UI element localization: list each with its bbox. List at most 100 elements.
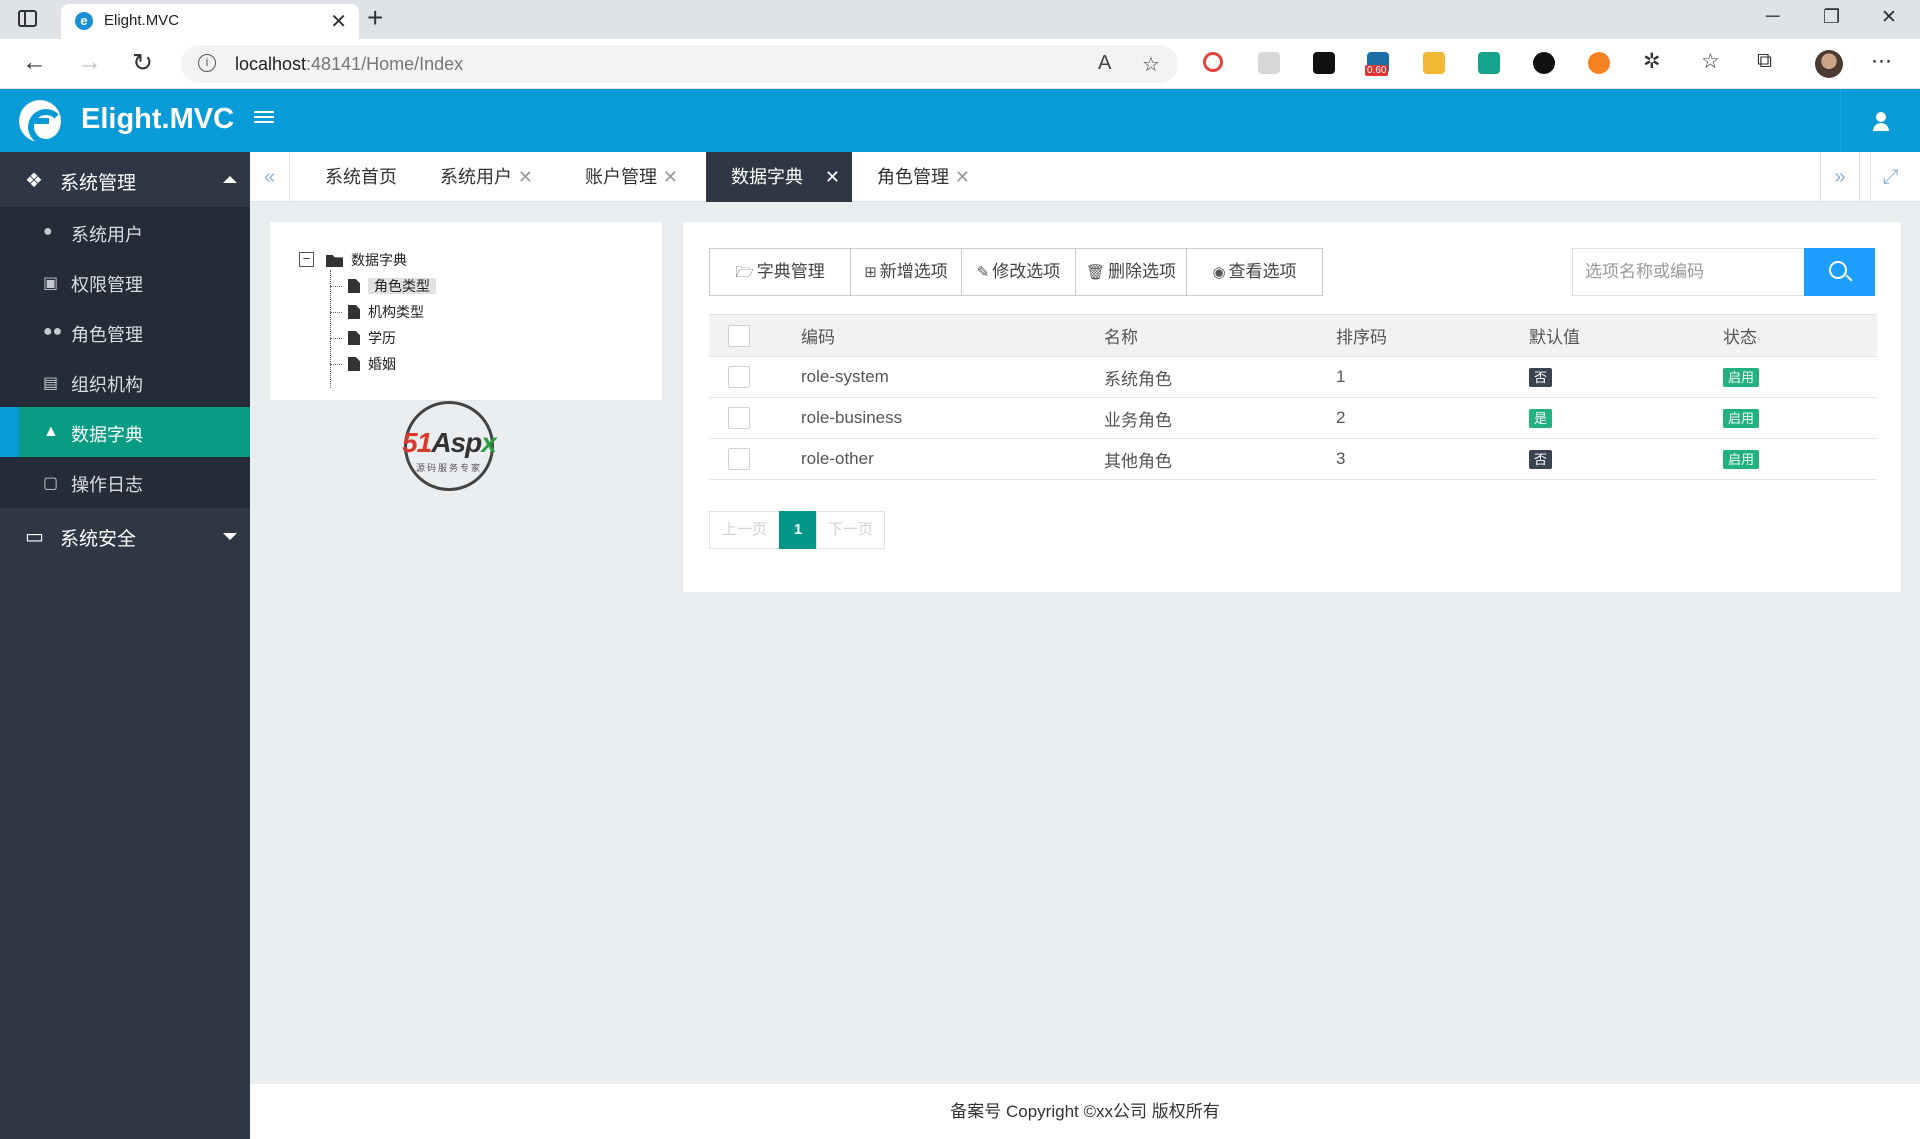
sidebar-item-operation-log[interactable]: ▢ 操作日志	[0, 457, 250, 507]
forward-icon[interactable]: →	[77, 48, 102, 77]
logo-icon	[19, 100, 64, 145]
extension-icon[interactable]	[1423, 52, 1445, 74]
sidebar-group-system-security[interactable]: ▭ 系统安全	[0, 508, 250, 563]
minimize-icon[interactable]: ─	[1766, 6, 1779, 28]
tab-account-management[interactable]: 账户管理 ✕	[560, 152, 690, 202]
table-row[interactable]: role-business 业务角色 2 是 启用	[709, 397, 1877, 439]
column-header[interactable]: 名称	[1104, 314, 1336, 357]
default-badge: 否	[1529, 450, 1553, 469]
edit-item-button[interactable]: ✎ 修改选项	[961, 248, 1076, 296]
restore-icon[interactable]: ❐	[1823, 6, 1840, 29]
tab-close-icon[interactable]: ✕	[663, 152, 678, 202]
tab-role-management[interactable]: 角色管理 ✕	[852, 152, 982, 202]
users-icon: ●●	[43, 323, 63, 340]
add-item-button[interactable]: ⊞ 新增选项	[850, 248, 962, 296]
tab-home[interactable]: 系统首页	[300, 152, 420, 202]
tree-connector	[330, 270, 331, 388]
search-button[interactable]	[1804, 248, 1875, 296]
plus-square-icon: ⊞	[864, 264, 877, 281]
status-badge: 启用	[1723, 450, 1760, 469]
page-tabs: « 系统首页 系统用户 ✕ 账户管理 ✕ 数据字典 ✕ 角色管理 ✕ » ⤢	[250, 152, 1920, 202]
browser-tab-strip: e Elight.MVC ✕ + ─ ❐ ✕	[0, 0, 1920, 39]
tree-node-role-type[interactable]: 角色类型	[348, 275, 436, 297]
sidebar-item-label: 权限管理	[71, 275, 143, 295]
next-page-button[interactable]: 下一页	[816, 511, 885, 549]
user-icon: ●	[43, 223, 53, 240]
tab-close-icon[interactable]: ✕	[825, 152, 840, 202]
extension-icon[interactable]	[1258, 52, 1280, 74]
tab-actions-icon[interactable]	[18, 10, 37, 27]
refresh-icon[interactable]: ↻	[132, 48, 153, 78]
sidebar-item-label: 操作日志	[71, 475, 143, 495]
extension-icon[interactable]	[1588, 52, 1610, 74]
tabs-scroll-left-icon[interactable]: «	[250, 152, 290, 202]
edit-icon: ✎	[976, 264, 990, 281]
menu-toggle-icon[interactable]	[254, 111, 274, 127]
fullscreen-icon[interactable]: ⤢	[1870, 152, 1910, 202]
record-extension-icon[interactable]	[1203, 52, 1223, 72]
add-favorite-icon[interactable]: ☆	[1142, 52, 1160, 77]
tab-close-icon[interactable]: ✕	[955, 152, 970, 202]
site-info-icon[interactable]: i	[198, 54, 216, 72]
new-tab-icon[interactable]: +	[367, 2, 383, 34]
tab-data-dictionary[interactable]: 数据字典 ✕	[706, 152, 852, 202]
extension-icon[interactable]: 0.60	[1365, 52, 1389, 76]
row-checkbox[interactable]	[728, 448, 750, 470]
tree-node-education[interactable]: 学历	[348, 327, 396, 349]
dictionary-manage-button[interactable]: 🗁 字典管理	[709, 248, 851, 296]
status-badge: 启用	[1723, 368, 1760, 387]
sidebar-item-roles[interactable]: ●● 角色管理	[0, 307, 250, 357]
collections-icon[interactable]: ⧉	[1757, 49, 1772, 73]
file-icon	[348, 305, 360, 319]
sidebar-item-data-dictionary[interactable]: ▲ 数据字典	[0, 407, 250, 457]
default-badge: 否	[1529, 368, 1553, 387]
watermark-logo: 51Aspx 源码服务专家	[386, 401, 512, 497]
table-row[interactable]: role-other 其他角色 3 否 启用	[709, 438, 1877, 480]
column-header[interactable]: 编码	[801, 314, 1104, 357]
prev-page-button[interactable]: 上一页	[709, 511, 780, 549]
read-aloud-icon[interactable]: A	[1098, 52, 1111, 75]
dictionary-tree-panel: − 数据字典 角色类型 机构类型 学历 婚姻	[269, 221, 663, 401]
row-checkbox[interactable]	[728, 407, 750, 429]
tab-label: 角色管理	[877, 167, 949, 187]
dictionary-items-panel: 🗁字典管理 ⊞新增选项 ✎修改选项 🗑删除选项 ◉查看选项 编码 名称 排序码 …	[682, 221, 1902, 593]
table-row[interactable]: role-system 系统角色 1 否 启用	[709, 356, 1877, 398]
extensions-puzzle-icon[interactable]: ✲	[1643, 49, 1661, 74]
more-menu-icon[interactable]: ⋯	[1871, 49, 1892, 74]
extension-icon[interactable]	[1313, 52, 1335, 74]
tab-system-users[interactable]: 系统用户 ✕	[415, 152, 545, 202]
sidebar-item-permissions[interactable]: ▣ 权限管理	[0, 257, 250, 307]
tree-collapse-icon[interactable]: −	[299, 252, 314, 267]
close-tab-icon[interactable]: ✕	[330, 9, 347, 34]
column-header[interactable]: 排序码	[1336, 314, 1529, 357]
sidebar-group-label: 系统管理	[60, 173, 137, 194]
sidebar-item-organization[interactable]: ▤ 组织机构	[0, 357, 250, 407]
back-icon[interactable]: ←	[22, 48, 47, 77]
browser-tab[interactable]: e Elight.MVC ✕	[61, 4, 359, 39]
tree-node-marriage[interactable]: 婚姻	[348, 353, 396, 375]
profile-avatar[interactable]	[1815, 50, 1843, 78]
tree-node-org-type[interactable]: 机构类型	[348, 301, 424, 323]
sidebar-group-system-management[interactable]: ❖ 系统管理	[0, 152, 250, 207]
tabs-scroll-right-icon[interactable]: »	[1820, 152, 1860, 202]
view-item-button[interactable]: ◉ 查看选项	[1186, 248, 1323, 296]
favorites-icon[interactable]: ☆	[1701, 49, 1720, 74]
tree-root-node[interactable]: 数据字典	[326, 249, 407, 271]
extension-icon[interactable]	[1533, 52, 1555, 74]
url-field[interactable]: i localhost:48141/Home/Index A ☆	[181, 45, 1178, 83]
user-icon[interactable]	[1840, 89, 1920, 152]
search-input[interactable]	[1572, 248, 1805, 296]
extension-badge: 0.60	[1365, 65, 1389, 76]
column-header[interactable]: 默认值	[1529, 314, 1723, 357]
sidebar-item-system-users[interactable]: ● 系统用户	[0, 207, 250, 257]
column-header[interactable]: 状态	[1723, 314, 1877, 357]
row-checkbox[interactable]	[728, 366, 750, 388]
window-close-icon[interactable]: ✕	[1881, 6, 1897, 29]
delete-item-button[interactable]: 🗑 删除选项	[1075, 248, 1187, 296]
page-1-button[interactable]: 1	[779, 511, 817, 549]
url-text: localhost:48141/Home/Index	[235, 54, 464, 74]
tab-close-icon[interactable]: ✕	[518, 152, 533, 202]
extension-icon[interactable]	[1478, 52, 1500, 74]
select-all-checkbox[interactable]	[728, 324, 750, 347]
tab-label: 系统首页	[325, 167, 397, 187]
